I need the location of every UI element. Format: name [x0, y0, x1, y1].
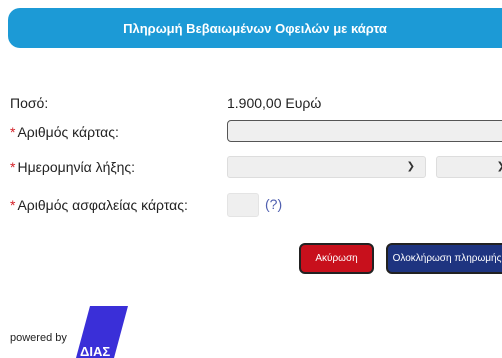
amount-value: 1.900,00 Ευρώ — [227, 95, 322, 111]
cvv-help-link[interactable]: (?) — [265, 196, 282, 212]
required-mark: * — [10, 159, 16, 175]
card-number-label-row: * Αριθμός κάρτας: — [10, 124, 119, 140]
required-mark: * — [10, 124, 16, 140]
cancel-button[interactable]: Ακύρωση — [299, 243, 374, 274]
card-number-label: Αριθμός κάρτας: — [17, 124, 119, 140]
dias-logo-text: ΔΙΑΣ — [80, 344, 110, 358]
required-mark: * — [10, 197, 16, 213]
cvv-label: Αριθμός ασφαλείας κάρτας: — [17, 197, 188, 213]
cvv-input[interactable] — [227, 193, 259, 217]
amount-label: Ποσό: — [10, 95, 49, 111]
cvv-label-row: * Αριθμός ασφαλείας κάρτας: — [10, 197, 188, 213]
powered-by-text: powered by — [10, 332, 67, 344]
expiry-year-select[interactable]: ❯ — [436, 156, 502, 178]
card-number-input[interactable] — [227, 120, 502, 142]
expiry-label-row: * Ημερομηνία λήξης: — [10, 159, 135, 175]
page-title: Πληρωμή Βεβαιωμένων Οφειλών με κάρτα — [123, 20, 387, 36]
expiry-label: Ημερομηνία λήξης: — [17, 159, 136, 175]
chevron-down-icon: ❯ — [406, 161, 415, 172]
page-header: Πληρωμή Βεβαιωμένων Οφειλών με κάρτα — [8, 8, 502, 48]
expiry-month-select[interactable]: ❯ — [227, 156, 426, 178]
complete-payment-button[interactable]: Ολοκλήρωση πληρωμής — [386, 243, 502, 274]
chevron-down-icon: ❯ — [497, 161, 502, 172]
dias-logo: ΔΙΑΣ — [76, 306, 128, 358]
